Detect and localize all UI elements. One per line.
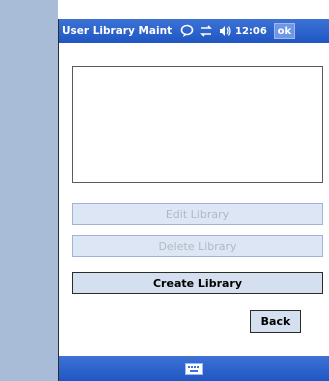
- device-screen: User Library Maint 12:06 ok Edit Library…: [58, 19, 329, 381]
- volume-icon[interactable]: [217, 23, 233, 39]
- library-list[interactable]: [72, 66, 323, 183]
- menu-bar: [59, 356, 329, 381]
- title-bar: User Library Maint 12:06 ok: [59, 19, 329, 43]
- edit-library-button[interactable]: Edit Library: [72, 203, 323, 225]
- clock[interactable]: 12:06: [235, 26, 267, 37]
- back-button[interactable]: Back: [250, 310, 301, 333]
- ok-button[interactable]: ok: [273, 23, 295, 39]
- desktop-frame: [0, 0, 58, 381]
- desktop-top: [58, 0, 329, 19]
- connectivity-icon[interactable]: [198, 23, 214, 39]
- speech-bubble-icon[interactable]: [179, 23, 195, 39]
- delete-library-button[interactable]: Delete Library: [72, 235, 323, 257]
- keyboard-icon[interactable]: [185, 362, 203, 375]
- create-library-button[interactable]: Create Library: [72, 272, 323, 294]
- window-title: User Library Maint: [62, 25, 173, 37]
